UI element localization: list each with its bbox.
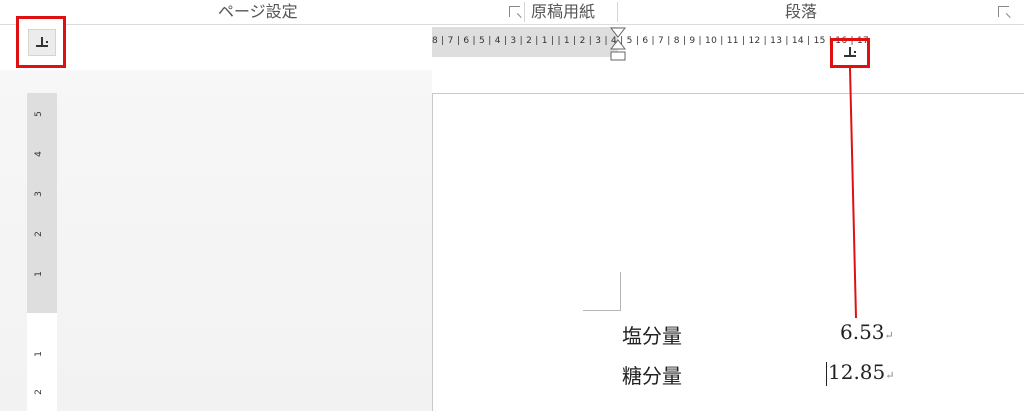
row-value-sugar: 12.85↵ — [828, 360, 894, 384]
ruler-labels: 8 | 7 | 6 | 5 | 4 | 3 | 2 | 1 | | 1 | 2 … — [432, 36, 870, 46]
vertical-ruler-margin-area — [27, 93, 57, 313]
row-label-salt: 塩分量 — [622, 324, 682, 348]
margin-corner-mark — [620, 272, 621, 310]
value-text: 12.85 — [828, 360, 886, 384]
vruler-number: 4 — [33, 151, 44, 157]
group-separator — [524, 2, 525, 22]
page-setup-dialog-launcher-icon[interactable] — [509, 6, 520, 17]
paragraph-dialog-launcher-icon[interactable] — [998, 6, 1009, 17]
vruler-number: 3 — [33, 191, 44, 197]
vruler-number: 5 — [33, 111, 44, 117]
vruler-number: 1 — [33, 271, 44, 277]
vertical-ruler[interactable]: 5 4 3 2 1 1 2 — [27, 93, 57, 411]
document-page[interactable] — [432, 93, 1024, 411]
row-label-sugar: 糖分量 — [622, 364, 682, 388]
paragraph-mark: ↵ — [885, 369, 895, 382]
group-separator — [617, 2, 618, 22]
ribbon-group-bar: ページ設定 原稿用紙 段落 — [0, 0, 1024, 25]
workspace-background — [0, 70, 432, 411]
tab-stop-highlight — [830, 38, 870, 68]
tab-stop-selector[interactable] — [16, 16, 66, 68]
value-text: 6.53 — [840, 320, 885, 344]
group-manuscript-label: 原稿用紙 — [531, 2, 596, 21]
vruler-number: 1 — [33, 351, 44, 357]
vruler-number: 2 — [33, 231, 44, 237]
decimal-tab-icon — [36, 37, 48, 47]
paragraph-mark: ↵ — [884, 329, 894, 342]
row-value-salt: 6.53↵ — [840, 320, 894, 344]
horizontal-ruler[interactable]: 8 | 7 | 6 | 5 | 4 | 3 | 2 | 1 | | 1 | 2 … — [432, 27, 1024, 57]
text-cursor — [826, 362, 827, 386]
group-paragraph-label: 段落 — [785, 2, 818, 21]
margin-corner-mark — [583, 310, 621, 311]
group-page-setup-label: ページ設定 — [218, 2, 298, 21]
indent-marker-icon[interactable] — [609, 27, 627, 65]
vruler-number: 2 — [33, 389, 44, 395]
tab-selector-button[interactable] — [28, 29, 56, 56]
